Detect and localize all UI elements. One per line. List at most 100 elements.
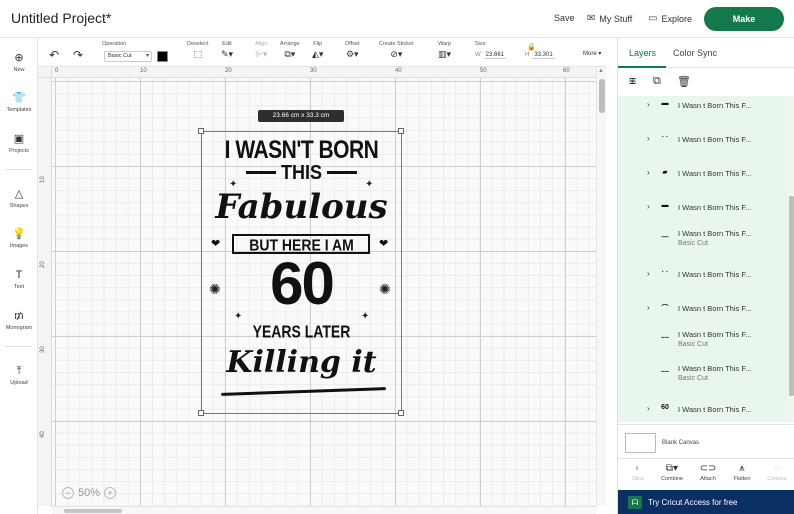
ruler-tick-label: 30 [40, 346, 46, 353]
flip-label: Flip [313, 41, 323, 47]
chevron-right-icon[interactable]: › [647, 269, 650, 278]
deselect-button[interactable]: Deselect ⬚ [187, 41, 208, 60]
sidebar-item-label: Text [13, 284, 25, 290]
offset-label: Offset [345, 41, 360, 47]
sidebar-item-templates[interactable]: 👕 Templates [0, 92, 38, 113]
layer-name: I Wasn t Born This F... [678, 270, 752, 279]
align-button[interactable]: Align ⊫▾ [255, 41, 267, 60]
width-key: W [475, 52, 481, 58]
resize-handle[interactable] [398, 128, 404, 134]
chevron-right-icon[interactable]: › [647, 134, 650, 143]
create-sticker-button[interactable]: Create Sticker ⊘▾ [379, 41, 414, 60]
group-icon[interactable]: ⧆ [629, 75, 636, 88]
edit-label: Edit [222, 41, 232, 47]
layer-row[interactable]: › · · I Wasn t Born This F... [618, 265, 788, 295]
operation-select[interactable]: Basic Cut [104, 51, 152, 62]
chevron-right-icon[interactable]: › [647, 202, 650, 211]
attach-icon: ⊂⊃ [699, 463, 717, 474]
sidebar-item-images[interactable]: 💡 Images [0, 228, 38, 249]
layer-row[interactable]: › ▰ I Wasn t Born This F... [618, 164, 788, 194]
warp-button[interactable]: Warp ▥▾ [438, 41, 451, 60]
more-button[interactable]: More ▾ [583, 50, 601, 57]
resize-handle[interactable] [198, 128, 204, 134]
arrange-icon: ⧉▾ [284, 49, 296, 59]
flatten-label: Flatten [733, 476, 751, 482]
layer-name: I Wasn t Born This F... [678, 169, 752, 178]
undo-icon[interactable]: ↶ [49, 48, 59, 62]
zoom-level: 50% [78, 487, 101, 499]
height-field[interactable]: H 33.301 [525, 52, 555, 59]
explore-button[interactable]: ▭ Explore [648, 13, 692, 24]
combine-button[interactable]: ⧉▾ Combine [655, 463, 689, 482]
upload-icon: ⤒ [16, 365, 22, 377]
offset-button[interactable]: Offset ⚙▾ [345, 41, 360, 60]
scrollbar-thumb[interactable] [64, 509, 122, 513]
cricut-access-banner[interactable]: ᗩ Try Cricut Access for free [618, 490, 794, 514]
chevron-right-icon[interactable]: › [647, 404, 650, 413]
contour-button[interactable]: ◌ Contour [760, 463, 794, 482]
mail-icon: ✉ [587, 13, 596, 24]
save-button[interactable]: Save [554, 13, 575, 23]
lock-icon[interactable]: 🔒 [527, 43, 536, 51]
slice-button[interactable]: ◐ Slice [621, 463, 655, 482]
sidebar-item-projects[interactable]: ▣ Projects [0, 133, 38, 154]
sidebar-item-text[interactable]: T Text [0, 269, 38, 290]
sidebar-item-monogram[interactable]: ₥ Monogram [0, 310, 38, 331]
layer-thumbnail: ▬ [661, 202, 669, 209]
design-canvas[interactable]: 0 10 20 30 40 50 60 10 20 30 40 23.66 cm… [38, 67, 606, 514]
scrollbar-thumb[interactable] [599, 79, 605, 113]
width-field[interactable]: W 23.661 [475, 52, 507, 59]
make-button[interactable]: Make [704, 7, 784, 31]
size-tooltip: 23.66 cm x 33.3 cm [258, 110, 344, 122]
layer-row[interactable]: › ▬ I Wasn t Born This F... [618, 96, 788, 126]
layer-thumbnail: 60 [661, 404, 669, 411]
layer-row[interactable]: — I Wasn t Born This F... Basic Cut [618, 226, 788, 256]
chevron-right-icon[interactable]: › [647, 303, 650, 312]
blank-canvas-row[interactable]: Blank Canvas [618, 424, 794, 460]
sidebar-item-upload[interactable]: ⤒ Upload [0, 365, 38, 386]
layer-row[interactable]: › 60 I Wasn t Born This F... [618, 400, 788, 422]
monogram-icon: ₥ [14, 310, 24, 322]
selection-box[interactable] [201, 131, 402, 414]
sidebar-item-shapes[interactable]: △ Shapes [0, 188, 38, 209]
blank-canvas-swatch[interactable] [625, 433, 656, 453]
scroll-up-icon[interactable]: ▲ [598, 68, 604, 74]
layers-scrollbar[interactable] [788, 96, 794, 422]
arrange-button[interactable]: Arrange ⧉▾ [280, 41, 300, 60]
layer-row[interactable]: › ⌒ I Wasn t Born This F... [618, 299, 788, 329]
resize-handle[interactable] [398, 410, 404, 416]
ruler-corner [38, 67, 52, 78]
layer-row[interactable]: ~~ I Wasn t Born This F... Basic Cut [618, 327, 788, 357]
chevron-right-icon[interactable]: › [647, 100, 650, 109]
layer-row[interactable]: ~~ I Wasn t Born This F... Basic Cut [618, 361, 788, 391]
layer-name: I Wasn t Born This F... [678, 304, 752, 313]
vertical-scrollbar[interactable]: ▲ [596, 67, 606, 506]
layer-tools: ⧆ ⧉ 🗑 [618, 68, 794, 96]
tab-color-sync[interactable]: Color Sync [673, 48, 717, 58]
flatten-button[interactable]: ⩚ Flatten [725, 463, 759, 482]
attach-button[interactable]: ⊂⊃ Attach [691, 463, 725, 482]
layer-row[interactable]: › ▬ I Wasn t Born This F... [618, 198, 788, 228]
chevron-right-icon[interactable]: › [647, 168, 650, 177]
sidebar-item-new[interactable]: ⊕ New [0, 52, 38, 73]
create-sticker-label: Create Sticker [379, 41, 414, 47]
zoom-out-button[interactable]: − [62, 487, 74, 499]
duplicate-icon[interactable]: ⧉ [653, 75, 661, 88]
deselect-icon: ⬚ [193, 49, 202, 59]
flip-button[interactable]: Flip ◭▾ [312, 41, 323, 60]
resize-handle[interactable] [198, 410, 204, 416]
project-title[interactable]: Untitled Project* [11, 10, 111, 26]
layer-row[interactable]: › · · I Wasn t Born This F... [618, 130, 788, 160]
my-stuff-button[interactable]: ✉ My Stuff [587, 13, 632, 24]
edit-button[interactable]: Edit ✎▾ [221, 41, 233, 60]
sidebar-item-label: Monogram [5, 325, 33, 331]
scrollbar-thumb[interactable] [789, 196, 794, 396]
height-key: H [525, 52, 530, 58]
tab-layers[interactable]: Layers [629, 48, 656, 58]
layers-panel: Layers Color Sync ⧆ ⧉ 🗑 › ▬ I Wasn t Bor… [617, 38, 794, 514]
delete-icon[interactable]: 🗑 [677, 75, 691, 88]
horizontal-scrollbar[interactable] [52, 506, 596, 514]
zoom-in-button[interactable]: + [104, 487, 117, 499]
color-swatch[interactable] [157, 51, 168, 62]
redo-icon[interactable]: ↷ [73, 48, 83, 62]
